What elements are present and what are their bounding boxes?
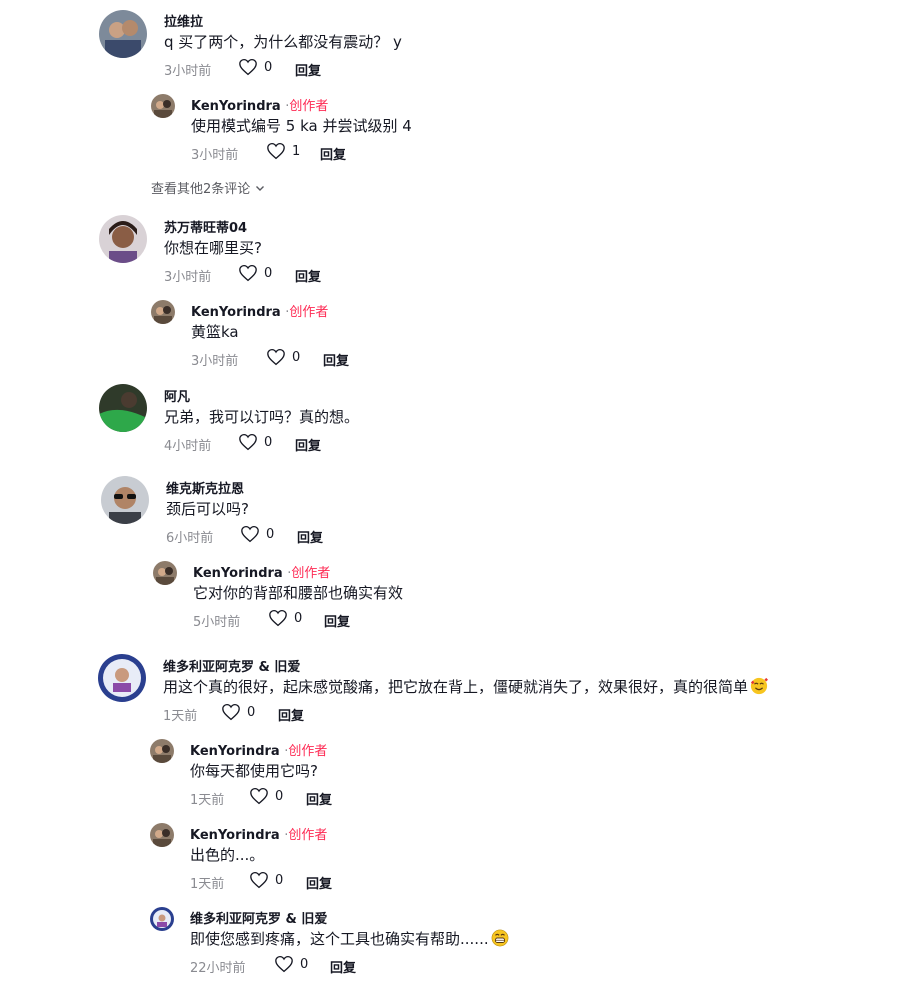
view-more-replies[interactable]: 查看其他2条评论 (151, 178, 266, 197)
creator-badge: 创作者 (289, 99, 329, 114)
comment-text: 兄弟，我可以订吗？真的想。 (164, 408, 360, 426)
avatar[interactable] (99, 384, 147, 432)
smiling-hearts-emoji-icon (750, 677, 769, 695)
avatar[interactable] (151, 300, 175, 324)
like-count: 0 (247, 704, 256, 720)
comment-time: 1天前 (190, 793, 225, 808)
grinning-emoji-icon (491, 929, 508, 947)
avatar[interactable] (101, 476, 149, 524)
like-button[interactable]: 0 (238, 264, 272, 282)
comment-username[interactable]: KenYorindra ·创作者 (191, 301, 328, 320)
comment-time: 22小时前 (190, 961, 246, 976)
comment-time: 4小时前 (164, 439, 212, 454)
heart-outline-icon (239, 264, 257, 282)
comment-time: 3小时前 (191, 148, 239, 163)
comment-text: 你每天都使用它吗? (190, 762, 318, 780)
avatar[interactable] (99, 10, 147, 58)
reply-button[interactable]: 回复 (295, 60, 321, 79)
reply-button[interactable]: 回复 (306, 789, 332, 808)
comment-time: 5小时前 (193, 615, 241, 630)
creator-badge: 创作者 (289, 305, 329, 320)
like-count: 0 (292, 349, 301, 365)
creator-badge: 创作者 (291, 566, 331, 581)
comment-username[interactable]: 拉维拉 (164, 11, 203, 30)
heart-outline-icon (275, 955, 293, 973)
creator-badge: 创作者 (288, 828, 328, 843)
like-button[interactable]: 0 (274, 955, 308, 973)
comment-username[interactable]: 苏万蒂旺蒂04 (164, 217, 247, 236)
avatar[interactable] (153, 561, 177, 585)
like-count: 0 (264, 265, 273, 281)
heart-outline-icon (239, 58, 257, 76)
comment-time: 1天前 (163, 709, 198, 724)
comment-username[interactable]: KenYorindra ·创作者 (191, 95, 328, 114)
comment-text: 你想在哪里买? (164, 239, 262, 257)
reply-button[interactable]: 回复 (295, 266, 321, 285)
comment-text: 用这个真的很好，起床感觉酸痛，把它放在背上，僵硬就消失了，效果很好，真的很简单 (163, 676, 769, 697)
like-count: 0 (264, 434, 273, 450)
comment-username[interactable]: KenYorindra ·创作者 (193, 562, 330, 581)
avatar[interactable] (150, 739, 174, 763)
comment-text: q 买了两个，为什么都没有震动？ y (164, 33, 402, 51)
like-count: 0 (275, 788, 284, 804)
like-count: 0 (264, 59, 273, 75)
like-button[interactable]: 0 (238, 58, 272, 76)
reply-button[interactable]: 回复 (324, 611, 350, 630)
like-button[interactable]: 0 (221, 703, 255, 721)
comment-time: 3小时前 (164, 64, 212, 79)
reply-button[interactable]: 回复 (306, 873, 332, 892)
comment-time: 6小时前 (166, 531, 214, 546)
comment-username[interactable]: KenYorindra ·创作者 (190, 740, 327, 759)
comment-text: 出色的...。 (190, 846, 265, 864)
avatar[interactable] (151, 94, 175, 118)
like-count: 0 (300, 956, 309, 972)
heart-outline-icon (239, 433, 257, 451)
heart-outline-icon (267, 142, 285, 160)
comment-username[interactable]: KenYorindra ·创作者 (190, 824, 327, 843)
like-button[interactable]: 0 (268, 609, 302, 627)
comment-username[interactable]: 维多利亚阿克罗 & 旧爱 (190, 908, 327, 927)
creator-badge: 创作者 (288, 744, 328, 759)
avatar[interactable] (98, 654, 146, 702)
heart-outline-icon (222, 703, 240, 721)
heart-outline-icon (241, 525, 259, 543)
heart-outline-icon (250, 787, 268, 805)
like-button[interactable]: 0 (249, 787, 283, 805)
like-count: 1 (292, 143, 301, 159)
reply-button[interactable]: 回复 (297, 527, 323, 546)
comment-time: 1天前 (190, 877, 225, 892)
comment-text: 黄篮ka (191, 323, 239, 341)
chevron-down-icon (256, 185, 265, 191)
comment-text: 使用模式编号 5 ka 并尝试级别 4 (191, 117, 412, 135)
heart-outline-icon (269, 609, 287, 627)
like-count: 0 (266, 526, 275, 542)
heart-outline-icon (267, 348, 285, 366)
comment-text: 它对你的背部和腰部也确实有效 (193, 584, 404, 602)
comment-time: 3小时前 (191, 354, 239, 369)
reply-button[interactable]: 回复 (295, 435, 321, 454)
comment-time: 3小时前 (164, 270, 212, 285)
like-button[interactable]: 0 (238, 433, 272, 451)
like-button[interactable]: 1 (266, 142, 300, 160)
like-count: 0 (275, 872, 284, 888)
comment-username[interactable]: 维克斯克拉恩 (166, 478, 244, 497)
reply-button[interactable]: 回复 (278, 705, 304, 724)
avatar[interactable] (150, 907, 174, 931)
heart-outline-icon (250, 871, 268, 889)
like-button[interactable]: 0 (249, 871, 283, 889)
like-button[interactable]: 0 (266, 348, 300, 366)
like-count: 0 (294, 610, 303, 626)
avatar[interactable] (99, 215, 147, 263)
like-button[interactable]: 0 (240, 525, 274, 543)
comment-text: 即使您感到疼痛，这个工具也确实有帮助...... (190, 928, 509, 949)
comment-username[interactable]: 维多利亚阿克罗 & 旧爱 (163, 656, 300, 675)
comment-username[interactable]: 阿凡 (164, 386, 190, 405)
view-more-label: 查看其他2条评论 (151, 182, 251, 197)
avatar[interactable] (150, 823, 174, 847)
comment-text: 颈后可以吗? (166, 500, 249, 518)
reply-button[interactable]: 回复 (330, 957, 356, 976)
reply-button[interactable]: 回复 (323, 350, 349, 369)
reply-button[interactable]: 回复 (320, 144, 346, 163)
